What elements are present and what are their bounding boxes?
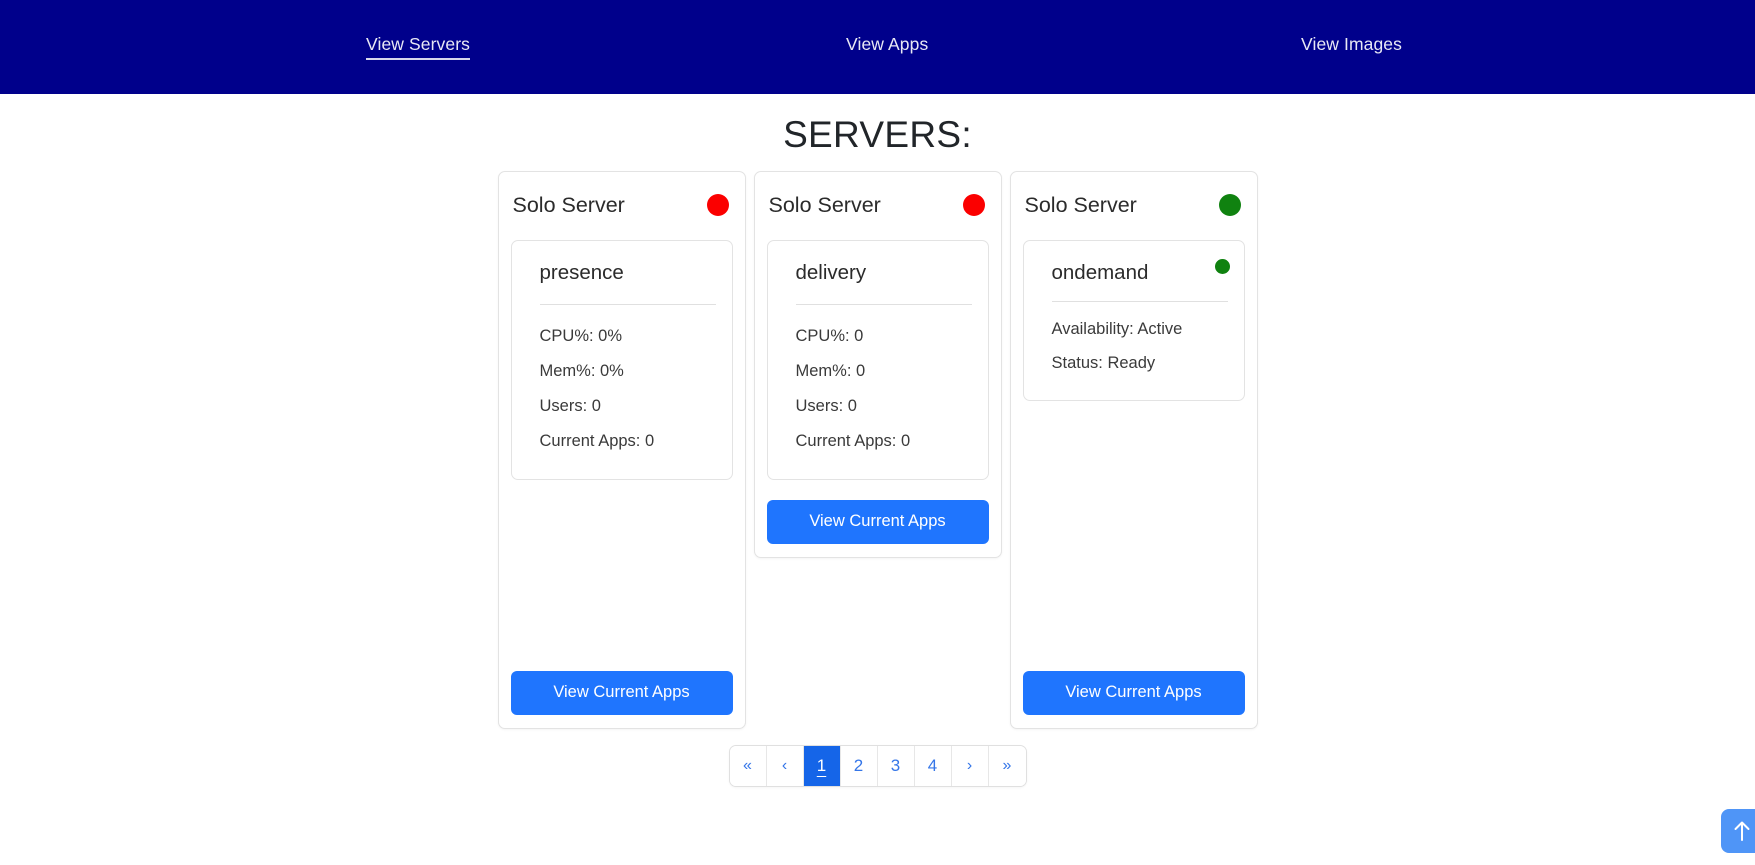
pagination-next[interactable]: › xyxy=(951,746,989,786)
pagination-prev[interactable]: ‹ xyxy=(766,746,804,786)
stat-current-apps: Current Apps: 0 xyxy=(539,432,655,450)
server-detail-panel: delivery CPU%: 0 Mem%: 0 Users: 0 Curren… xyxy=(766,240,989,480)
view-current-apps-button[interactable]: View Current Apps xyxy=(510,671,733,715)
availability-dot-icon xyxy=(1214,259,1230,274)
pagination-page-3[interactable]: 3 xyxy=(877,746,915,786)
server-card-title: Solo Server xyxy=(1024,193,1137,217)
pagination-first[interactable]: « xyxy=(729,746,767,786)
view-current-apps-button[interactable]: View Current Apps xyxy=(766,500,989,544)
nav-link-view-images[interactable]: View Images xyxy=(1301,33,1402,58)
pagination-last[interactable]: » xyxy=(988,746,1026,786)
top-navbar: View Servers View Apps View Images xyxy=(0,0,1755,94)
pagination-page-2[interactable]: 2 xyxy=(840,746,878,786)
stat-availability: Availability: Active xyxy=(1051,320,1183,338)
server-card-title: Solo Server xyxy=(512,193,625,217)
pagination-page-1[interactable]: 1 xyxy=(803,746,841,786)
stat-mem: Mem%: 0% xyxy=(539,362,624,380)
stat-status: Status: Ready xyxy=(1051,354,1156,372)
server-card-header: Solo Server xyxy=(1023,185,1245,225)
stat-mem: Mem%: 0 xyxy=(795,362,866,380)
server-stat-list: Availability: Active Status: Ready xyxy=(1040,302,1228,380)
server-detail-panel: presence CPU%: 0% Mem%: 0% Users: 0 Curr… xyxy=(510,240,733,480)
server-stat-list: CPU%: 0% Mem%: 0% Users: 0 Current Apps:… xyxy=(528,305,716,459)
server-stat-list: CPU%: 0 Mem%: 0 Users: 0 Current Apps: 0 xyxy=(784,305,972,459)
stat-users: Users: 0 xyxy=(795,397,857,415)
server-name: presence xyxy=(539,261,624,284)
pagination-wrapper: « ‹ 1 2 3 4 › » xyxy=(0,745,1755,787)
page-title: SERVERS: xyxy=(783,114,972,155)
nav-link-view-servers[interactable]: View Servers xyxy=(366,33,470,60)
server-card: Solo Server delivery CPU%: 0 Mem%: 0 Use… xyxy=(753,171,1002,558)
arrow-up-icon xyxy=(1732,820,1752,842)
status-dot-icon xyxy=(706,194,729,216)
server-card-header: Solo Server xyxy=(767,185,989,225)
server-card: Solo Server ondemand Availability: Activ… xyxy=(1009,171,1258,729)
server-card: Solo Server presence CPU%: 0% Mem%: 0% U… xyxy=(497,171,746,729)
stat-cpu: CPU%: 0% xyxy=(539,327,623,345)
server-detail-panel: ondemand Availability: Active Status: Re… xyxy=(1022,240,1245,401)
pagination-page-4[interactable]: 4 xyxy=(914,746,952,786)
status-dot-icon xyxy=(962,194,985,216)
server-card-title: Solo Server xyxy=(768,193,881,217)
pagination: « ‹ 1 2 3 4 › » xyxy=(728,745,1027,787)
server-name: delivery xyxy=(795,261,867,284)
server-name: ondemand xyxy=(1051,261,1149,284)
scroll-to-top-button[interactable] xyxy=(1721,809,1755,853)
server-card-header: Solo Server xyxy=(511,185,733,225)
server-card-row: Solo Server presence CPU%: 0% Mem%: 0% U… xyxy=(0,171,1755,729)
view-current-apps-button[interactable]: View Current Apps xyxy=(1022,671,1245,715)
nav-link-view-apps[interactable]: View Apps xyxy=(846,33,928,58)
stat-current-apps: Current Apps: 0 xyxy=(795,432,911,450)
stat-cpu: CPU%: 0 xyxy=(795,327,864,345)
status-dot-icon xyxy=(1218,194,1241,216)
stat-users: Users: 0 xyxy=(539,397,601,415)
